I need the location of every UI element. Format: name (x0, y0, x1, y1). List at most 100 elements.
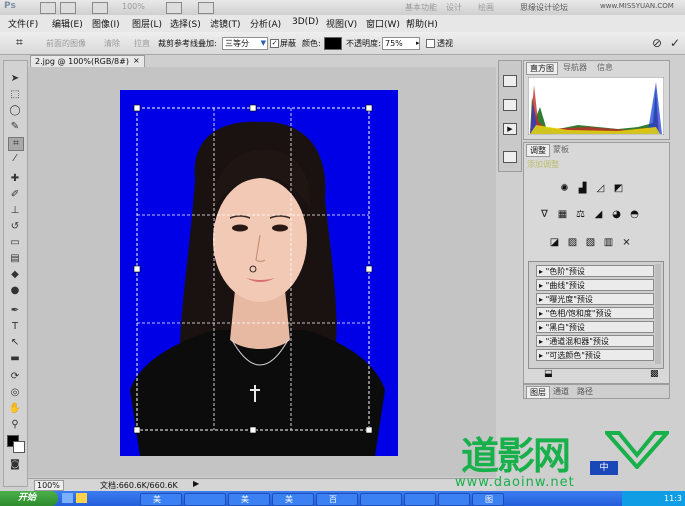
menu-window[interactable]: 窗口(W) (366, 17, 400, 30)
ime-indicator[interactable]: 中 (590, 461, 618, 475)
task-item-5[interactable]: 百 (316, 493, 358, 506)
task-item-8[interactable] (438, 493, 470, 506)
preset-selective-color[interactable]: ▸ "可选颜色"预设 (536, 349, 654, 361)
preset-black-white[interactable]: ▸ "黑白"预设 (536, 321, 654, 333)
shape-tool-icon[interactable]: ▬ (8, 353, 22, 365)
eyedropper-tool-icon[interactable]: ⁄ (8, 153, 22, 165)
status-zoom-field[interactable]: 100% (34, 480, 64, 491)
path-select-tool-icon[interactable]: ↖ (8, 337, 22, 349)
preset-exposure[interactable]: ▸ "曝光度"预设 (536, 293, 654, 305)
crop-tool-preset-icon[interactable]: ⌗ (16, 35, 23, 50)
tab-masks[interactable]: 蒙板 (550, 144, 572, 155)
exposure-icon[interactable]: ◩ (612, 183, 625, 195)
marquee-tool-icon[interactable]: ⬚ (8, 89, 22, 101)
document-photo[interactable] (120, 90, 398, 456)
photo-filter-icon[interactable]: ◕ (610, 209, 623, 221)
shield-color-swatch[interactable] (324, 37, 342, 50)
task-item-7[interactable] (404, 493, 436, 506)
workspace-painting[interactable]: 绘画 (478, 2, 494, 13)
quicklaunch-icon[interactable] (62, 493, 73, 503)
opacity-arrow-icon[interactable]: ▸ (416, 39, 420, 47)
channel-mixer-icon[interactable]: ◓ (628, 209, 641, 221)
selective-color-icon[interactable]: ⨯ (620, 237, 633, 249)
preset-channel-mixer[interactable]: ▸ "通道混和器"预设 (536, 335, 654, 347)
menu-select[interactable]: 选择(S) (170, 17, 201, 30)
eraser-tool-icon[interactable]: ▭ (8, 237, 22, 249)
panel-footer-right-icon[interactable]: ▩ (650, 369, 659, 379)
brush-tool-icon[interactable]: ✐ (8, 189, 22, 201)
tab-info[interactable]: 信息 (594, 62, 616, 73)
shield-checkbox[interactable]: ✓ (270, 39, 279, 48)
workspace-essentials[interactable]: 基本功能 (405, 2, 437, 13)
quick-mask-icon[interactable]: ◙ (8, 459, 22, 471)
task-item-2[interactable] (184, 493, 226, 506)
hue-saturation-icon[interactable]: ▦ (556, 209, 569, 221)
3d-rotate-tool-icon[interactable]: ⟳ (8, 371, 22, 383)
move-tool-icon[interactable]: ➤ (8, 73, 22, 85)
menu-layer[interactable]: 图层(L) (132, 17, 162, 30)
launch-bridge-icon[interactable] (40, 2, 56, 14)
task-item-3[interactable]: 美 (228, 493, 270, 506)
start-button[interactable]: 开始 (0, 491, 58, 506)
adjustment-panel-icon[interactable] (503, 151, 517, 163)
arrange-documents-icon[interactable] (166, 2, 182, 14)
task-item-1[interactable]: 美 (140, 493, 182, 506)
view-extras-icon[interactable] (92, 2, 108, 14)
clear-button[interactable]: 清除 (104, 38, 120, 49)
menu-file[interactable]: 文件(F) (8, 17, 38, 30)
panel-footer-icon[interactable]: ⬓ (544, 369, 553, 379)
color-balance-icon[interactable]: ⚖ (574, 209, 587, 221)
dodge-tool-icon[interactable]: ● (8, 285, 22, 297)
front-image-button[interactable]: 前面的图像 (46, 38, 86, 49)
opacity-input[interactable]: 75% (382, 37, 420, 50)
menu-3d[interactable]: 3D(D) (292, 17, 319, 27)
type-tool-icon[interactable]: T (8, 321, 22, 333)
tab-paths[interactable]: 路径 (574, 386, 596, 397)
launch-minibridge-icon[interactable] (60, 2, 76, 14)
histogram-panel-icon[interactable] (503, 75, 517, 87)
tab-histogram[interactable]: 直方图 (526, 62, 558, 75)
black-white-icon[interactable]: ◢ (592, 209, 605, 221)
menu-analysis[interactable]: 分析(A) (250, 17, 281, 30)
screen-mode-icon[interactable] (198, 2, 214, 14)
straighten-button[interactable]: 拉直 (134, 38, 150, 49)
task-item-6[interactable] (360, 493, 402, 506)
quicklaunch-folder-icon[interactable] (76, 493, 87, 503)
threshold-icon[interactable]: ▧ (584, 237, 597, 249)
play-action-icon[interactable]: ▶ (503, 123, 517, 135)
zoom-tool-icon[interactable]: ⚲ (8, 419, 22, 431)
brightness-contrast-icon[interactable]: ✺ (558, 183, 571, 195)
task-item-9[interactable]: 图 (472, 493, 504, 506)
healing-brush-tool-icon[interactable]: ✚ (8, 173, 22, 185)
close-tab-icon[interactable]: × (133, 56, 140, 65)
crop-tool-icon[interactable]: ⌗ (8, 137, 24, 151)
preset-curves[interactable]: ▸ "曲线"预设 (536, 279, 654, 291)
presets-scrollbar[interactable] (655, 264, 661, 364)
info-panel-icon[interactable] (503, 99, 517, 111)
blur-tool-icon[interactable]: ◆ (8, 269, 22, 281)
clone-stamp-tool-icon[interactable]: ⊥ (8, 205, 22, 217)
3d-orbit-tool-icon[interactable]: ◎ (8, 387, 22, 399)
menu-help[interactable]: 帮助(H) (406, 17, 438, 30)
tab-layers[interactable]: 图层 (526, 386, 550, 399)
tab-adjustments[interactable]: 调整 (526, 144, 550, 157)
workspace-design[interactable]: 设计 (446, 2, 462, 13)
history-brush-tool-icon[interactable]: ↺ (8, 221, 22, 233)
levels-icon[interactable]: ▟ (576, 183, 589, 195)
status-menu-arrow-icon[interactable]: ▶ (193, 479, 199, 488)
gradient-map-icon[interactable]: ▥ (602, 237, 615, 249)
tab-channels[interactable]: 通道 (550, 386, 572, 397)
pen-tool-icon[interactable]: ✒ (8, 305, 22, 317)
cancel-icon[interactable]: ⊘ (652, 36, 662, 50)
posterize-icon[interactable]: ▨ (566, 237, 579, 249)
quick-select-tool-icon[interactable]: ✎ (8, 121, 22, 133)
invert-icon[interactable]: ◪ (548, 237, 561, 249)
perspective-checkbox[interactable] (426, 39, 435, 48)
preset-hue-saturation[interactable]: ▸ "色相/饱和度"预设 (536, 307, 654, 319)
hand-tool-icon[interactable]: ✋ (8, 403, 22, 415)
overlay-select[interactable]: 三等分 ▼ (222, 37, 268, 50)
tab-navigator[interactable]: 导航器 (560, 62, 590, 73)
gradient-tool-icon[interactable]: ▤ (8, 253, 22, 265)
background-color-swatch[interactable] (13, 441, 25, 453)
menu-view[interactable]: 视图(V) (326, 17, 357, 30)
